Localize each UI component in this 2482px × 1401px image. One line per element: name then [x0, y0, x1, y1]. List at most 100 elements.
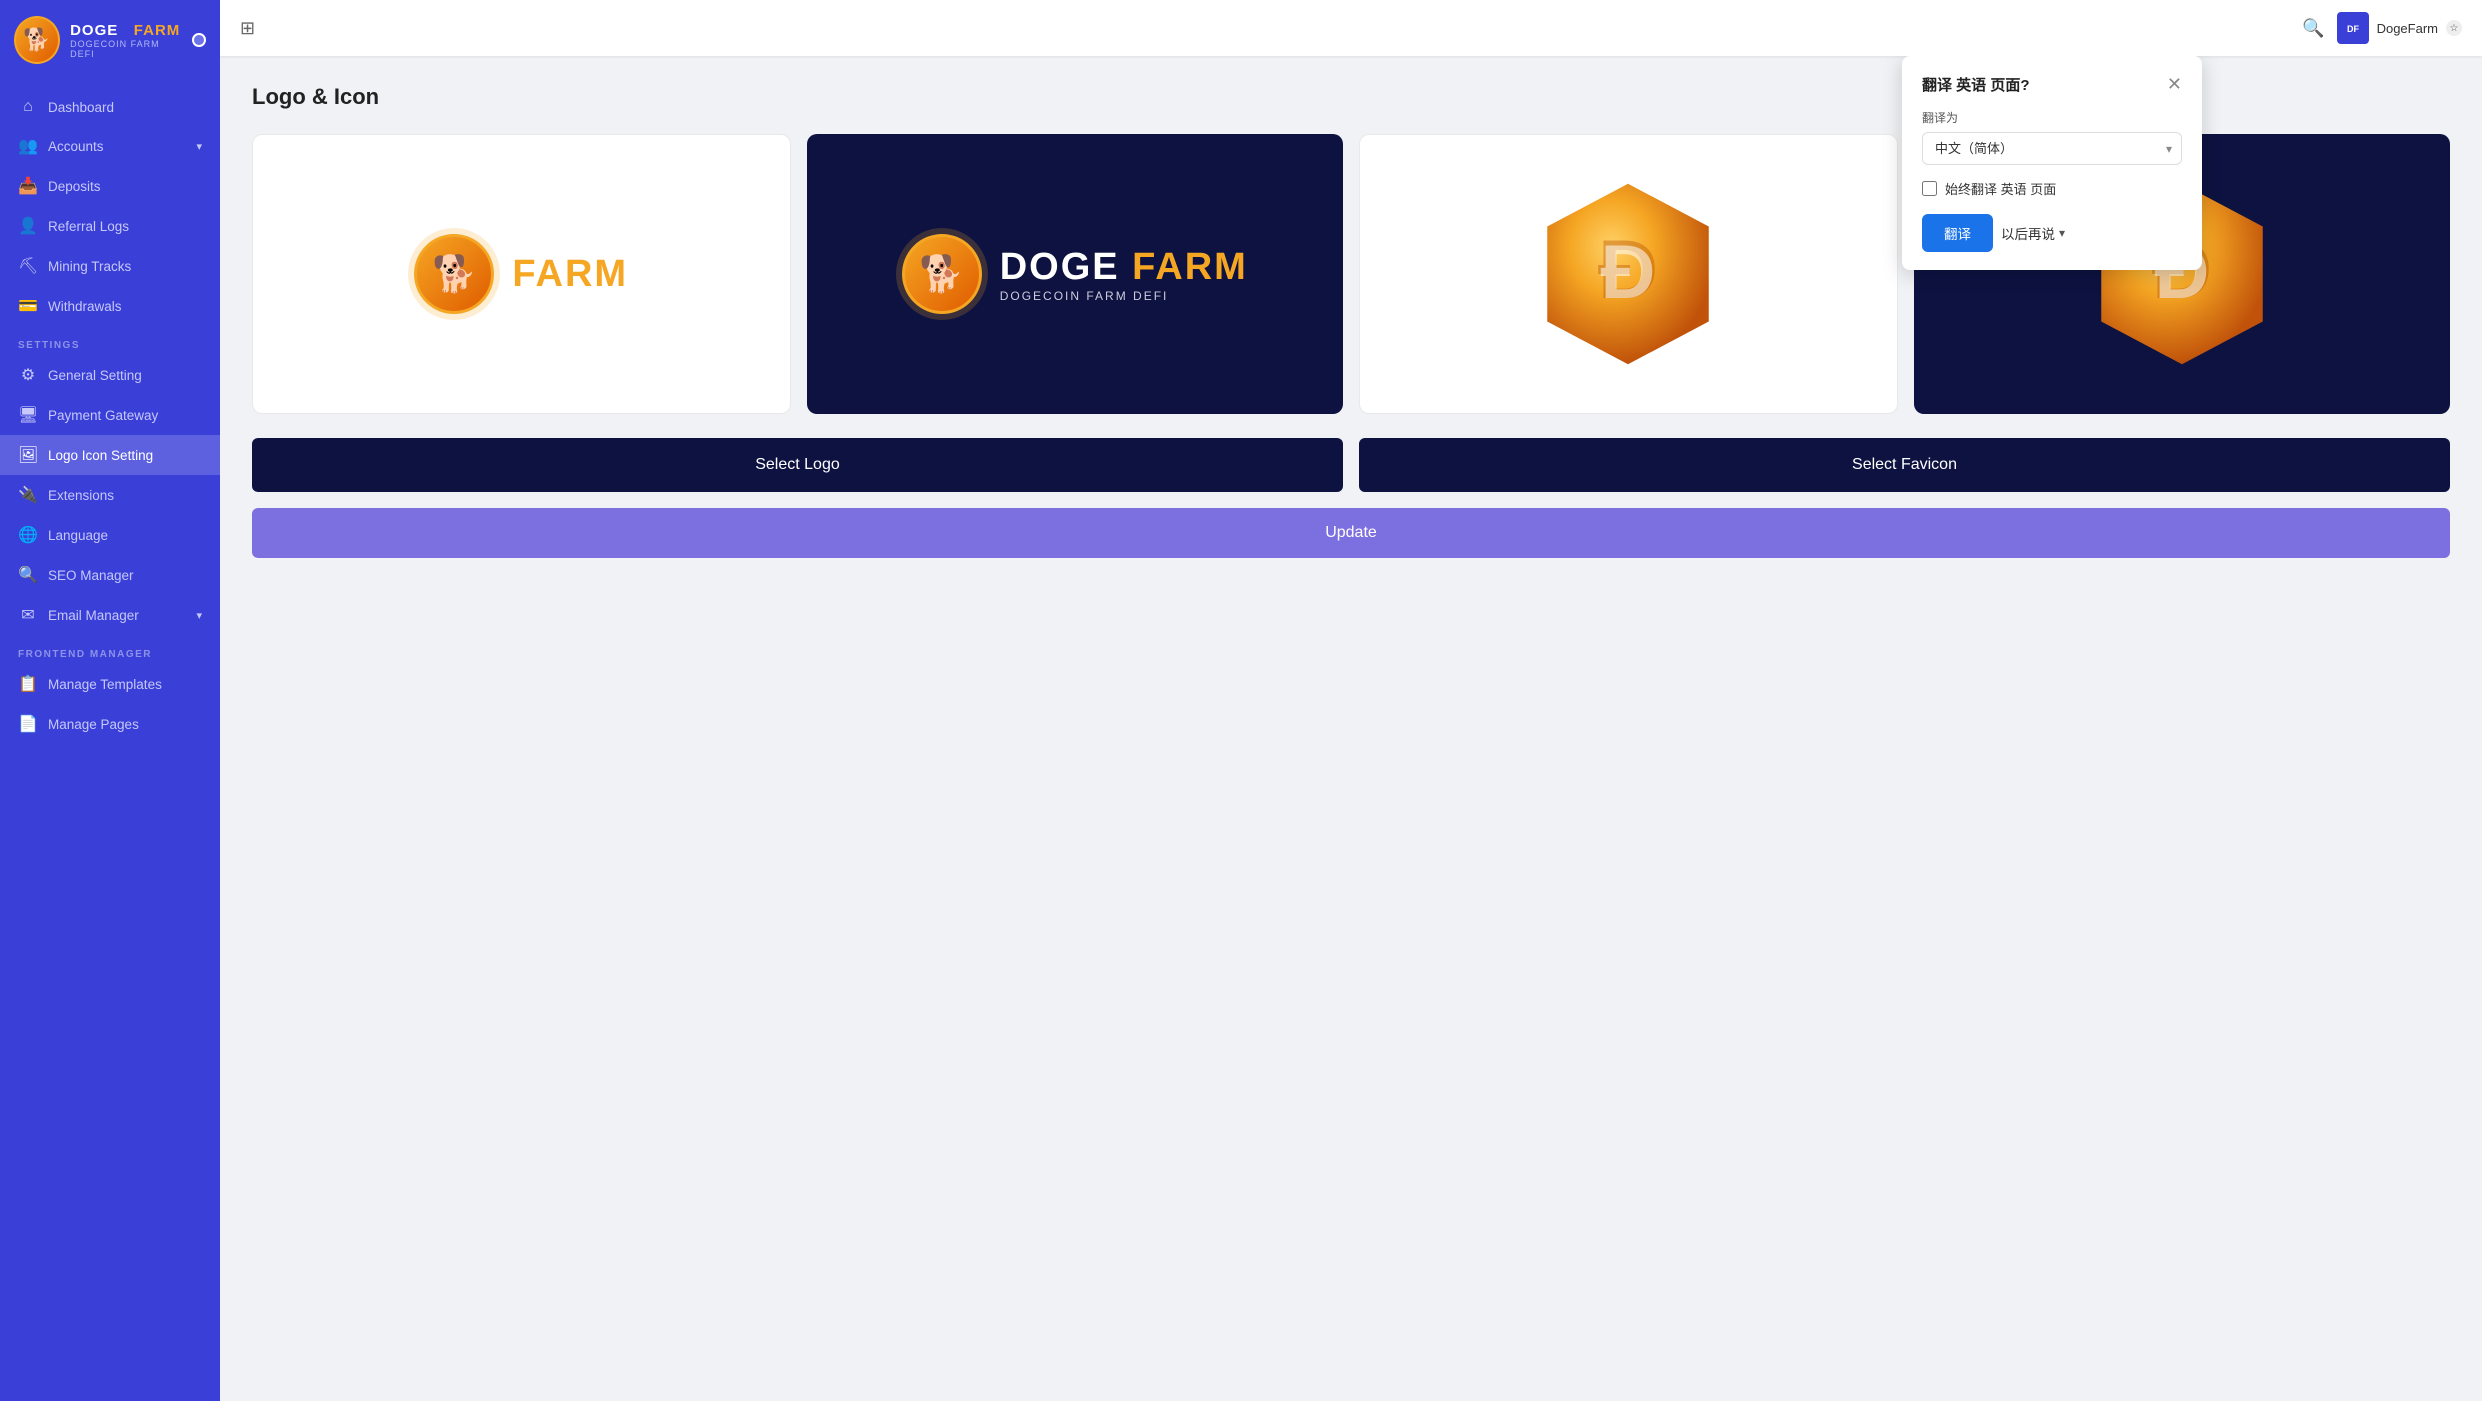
mining-tracks-icon: ⛏ [18, 256, 38, 276]
sidebar-item-payment-gateway[interactable]: 🖥 Payment Gateway [0, 395, 220, 435]
sidebar-nav: ⌂ Dashboard 👥 Accounts ▾ 📥 Deposits 👤 Re… [0, 80, 220, 1401]
svg-text:Ð: Ð [1601, 230, 1656, 315]
translate-popup-title: 翻译 英语 页面? [1922, 74, 2030, 95]
deposits-icon: 📥 [18, 176, 38, 196]
sidebar-label-mining-tracks: Mining Tracks [48, 259, 131, 274]
sidebar-label-withdrawals: Withdrawals [48, 299, 122, 314]
sidebar-label-dashboard: Dashboard [48, 100, 114, 115]
sidebar-label-accounts: Accounts [48, 139, 104, 154]
translate-label: 翻译为 [1922, 109, 2182, 126]
page-body: Logo & Icon 🐕 FARM 🐕 DOGE FARM D [220, 56, 2482, 1401]
sidebar-item-referral-logs[interactable]: 👤 Referral Logs [0, 206, 220, 246]
logo-title-text: DOGE FARM [1000, 246, 1248, 289]
referral-logs-icon: 👤 [18, 216, 38, 236]
sidebar-label-referral-logs: Referral Logs [48, 219, 129, 234]
sidebar-item-manage-pages[interactable]: 📄 Manage Pages [0, 704, 220, 744]
translate-popup-close-button[interactable]: ✕ [2167, 74, 2182, 95]
translate-later-label: 以后再说 [2001, 223, 2055, 243]
email-manager-icon: ✉ [18, 605, 38, 625]
topbar: ⊞ 🔍 DF DogeFarm ☆ [220, 0, 2482, 56]
sidebar-label-general-setting: General Setting [48, 368, 142, 383]
sidebar-label-email-manager: Email Manager [48, 608, 139, 623]
coin-svg-light: Ð Ð [1533, 179, 1723, 369]
sidebar-label-logo-icon-setting: Logo Icon Setting [48, 448, 153, 463]
payment-gateway-icon: 🖥 [18, 405, 38, 425]
sidebar-item-withdrawals[interactable]: 💳 Withdrawals [0, 286, 220, 326]
sidebar-item-general-setting[interactable]: ⚙ General Setting [0, 355, 220, 395]
select-favicon-button[interactable]: Select Favicon [1359, 438, 2450, 492]
accounts-icon: 👥 [18, 136, 38, 156]
logo-doge-text: DOGE FARM DOGECOIN FARM DEFI [1000, 246, 1248, 303]
search-icon[interactable]: 🔍 [2302, 18, 2324, 39]
sidebar-item-extensions[interactable]: 🔌 Extensions [0, 475, 220, 515]
seo-manager-icon: 🔍 [18, 565, 38, 585]
sidebar-item-accounts[interactable]: 👥 Accounts ▾ [0, 126, 220, 166]
svg-text:DF: DF [2347, 24, 2359, 34]
logo-coin-light: 🐕 [414, 234, 494, 314]
sidebar-label-deposits: Deposits [48, 179, 101, 194]
translate-select-wrapper: 中文（简体） English 日本語 ▾ [1922, 132, 2182, 165]
language-icon: 🌐 [18, 525, 38, 545]
sidebar-label-seo-manager: SEO Manager [48, 568, 134, 583]
sidebar-label-manage-pages: Manage Pages [48, 717, 139, 732]
accounts-chevron-icon: ▾ [196, 140, 202, 153]
sidebar-label-manage-templates: Manage Templates [48, 677, 162, 692]
email-manager-chevron-icon: ▾ [196, 609, 202, 622]
frontend-section-label: FRONTEND MANAGER [0, 635, 220, 664]
logo-coin-dark: 🐕 [902, 234, 982, 314]
brand-dot [192, 33, 206, 47]
brand-avatar: 🐕 [14, 16, 60, 64]
translate-checkbox-row: 始终翻译 英语 页面 [1922, 179, 2182, 198]
extensions-icon: 🔌 [18, 485, 38, 505]
sidebar-label-payment-gateway: Payment Gateway [48, 408, 158, 423]
brand-farm: FARM [134, 22, 181, 39]
topbar-badge: ☆ [2446, 20, 2462, 36]
sidebar-item-language[interactable]: 🌐 Language [0, 515, 220, 555]
brand-subtitle: DOGECOIN FARM DEFI [70, 39, 182, 59]
withdrawals-icon: 💳 [18, 296, 38, 316]
logo-light-content: 🐕 FARM [414, 234, 628, 314]
translate-language-select[interactable]: 中文（简体） English 日本語 [1922, 132, 2182, 165]
logo-farm-text: FARM [512, 253, 628, 296]
sidebar-label-extensions: Extensions [48, 488, 114, 503]
logo-card-icon-light: Ð Ð [1359, 134, 1898, 414]
translate-action-buttons: 翻译 以后再说 ▾ [1922, 214, 2182, 252]
translate-always-checkbox[interactable] [1922, 181, 1937, 196]
translate-popup-header: 翻译 英语 页面? ✕ [1922, 74, 2182, 95]
logo-subtitle-text: DOGECOIN FARM DEFI [1000, 289, 1248, 303]
dashboard-icon: ⌂ [18, 98, 38, 116]
sidebar-item-deposits[interactable]: 📥 Deposits [0, 166, 220, 206]
expand-icon[interactable]: ⊞ [240, 18, 255, 39]
manage-pages-icon: 📄 [18, 714, 38, 734]
brand-doge: DOGE [70, 22, 118, 39]
update-button[interactable]: Update [252, 508, 2450, 558]
sidebar-label-language: Language [48, 528, 108, 543]
sidebar-item-logo-icon-setting[interactable]: 🖼 Logo Icon Setting [0, 435, 220, 475]
sidebar: 🐕 DOGE FARM DOGECOIN FARM DEFI ⌂ Dashboa… [0, 0, 220, 1401]
brand-header[interactable]: 🐕 DOGE FARM DOGECOIN FARM DEFI [0, 0, 220, 80]
brand-text: DOGE FARM DOGECOIN FARM DEFI [70, 22, 182, 59]
logo-card-light: 🐕 FARM [252, 134, 791, 414]
general-setting-icon: ⚙ [18, 365, 38, 385]
sidebar-item-mining-tracks[interactable]: ⛏ Mining Tracks [0, 246, 220, 286]
user-avatar: DF [2337, 12, 2369, 44]
logo-card-dark: 🐕 DOGE FARM DOGECOIN FARM DEFI [807, 134, 1344, 414]
sidebar-item-email-manager[interactable]: ✉ Email Manager ▾ [0, 595, 220, 635]
logo-icon-setting-icon: 🖼 [18, 445, 38, 465]
translate-always-label: 始终翻译 英语 页面 [1945, 179, 2056, 198]
translate-later-chevron-icon: ▾ [2059, 226, 2065, 240]
manage-templates-icon: 📋 [18, 674, 38, 694]
brand-name: DOGE FARM [70, 22, 182, 39]
translate-later-button[interactable]: 以后再说 ▾ [2001, 223, 2065, 243]
main-content: ⊞ 🔍 DF DogeFarm ☆ Logo & Icon 🐕 FARM [220, 0, 2482, 1401]
logo-dark-content: 🐕 DOGE FARM DOGECOIN FARM DEFI [902, 234, 1248, 314]
translate-confirm-button[interactable]: 翻译 [1922, 214, 1993, 252]
settings-section-label: SETTINGS [0, 326, 220, 355]
sidebar-item-seo-manager[interactable]: 🔍 SEO Manager [0, 555, 220, 595]
sidebar-item-manage-templates[interactable]: 📋 Manage Templates [0, 664, 220, 704]
topbar-username: DogeFarm [2377, 21, 2438, 36]
sidebar-item-dashboard[interactable]: ⌂ Dashboard [0, 88, 220, 126]
select-logo-button[interactable]: Select Logo [252, 438, 1343, 492]
action-buttons-row: Select Logo Select Favicon [252, 438, 2450, 492]
topbar-user[interactable]: DF DogeFarm ☆ [2337, 12, 2462, 44]
